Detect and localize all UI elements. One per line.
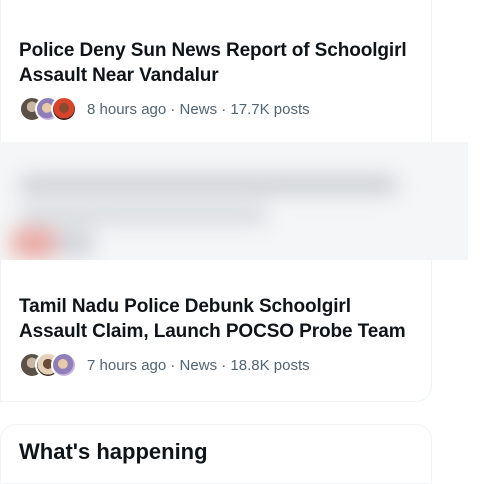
story-meta: 7 hours ago · News · 18.8K posts [19, 352, 419, 378]
story-title-line-1: Police Deny Sun News Report of Schoolgir… [19, 40, 407, 61]
blurred-avatar [10, 228, 60, 258]
blurred-line [18, 206, 268, 224]
story-meta: 8 hours ago · News · 17.7K posts [19, 96, 419, 122]
story-title-line-1: Tamil Nadu Police Debunk Schoolgirl [19, 296, 351, 317]
avatar-icon [51, 352, 77, 378]
story-title-line-2: Assault Claim, Launch POCSO Probe Team [19, 321, 406, 342]
blurred-line [18, 176, 398, 194]
story-title[interactable]: Tamil Nadu Police Debunk Schoolgirl Assa… [19, 294, 419, 344]
section-title: What's happening [19, 439, 208, 464]
avatar-icon [51, 96, 77, 122]
whats-happening-card: What's happening [0, 424, 432, 484]
story-meta-text: 8 hours ago · News · 17.7K posts [87, 100, 310, 118]
blurred-avatar [55, 230, 95, 256]
news-story-2[interactable]: Tamil Nadu Police Debunk Schoolgirl Assa… [19, 294, 419, 378]
news-story-1[interactable]: Police Deny Sun News Report of Schoolgir… [19, 38, 419, 122]
blurred-content [0, 142, 468, 260]
story-meta-text: 7 hours ago · News · 18.8K posts [87, 356, 310, 374]
avatar-stack [19, 352, 77, 378]
story-title-line-2: Assault Near Vandalur [19, 65, 219, 86]
story-title[interactable]: Police Deny Sun News Report of Schoolgir… [19, 38, 419, 88]
avatar-stack [19, 96, 77, 122]
blurred-content-inner [0, 142, 468, 260]
